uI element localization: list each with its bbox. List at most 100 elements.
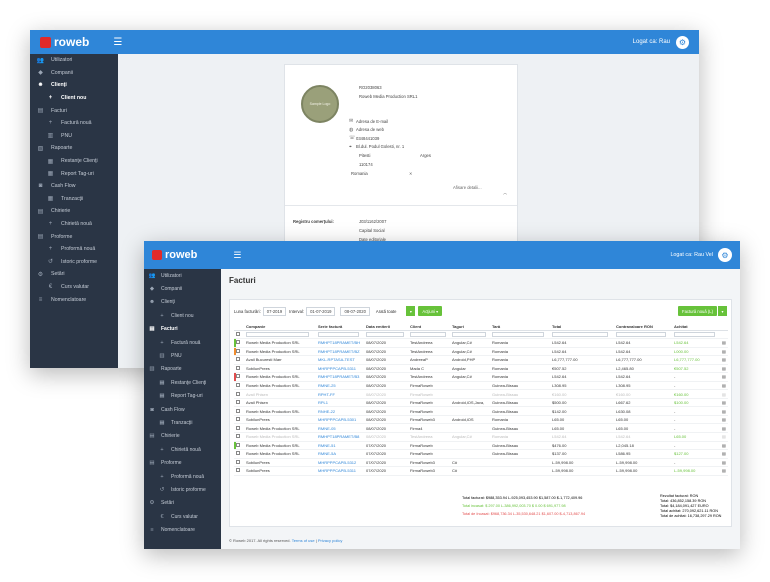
- document-icon[interactable]: ▤: [720, 443, 728, 448]
- row-checkbox[interactable]: [236, 417, 240, 422]
- close-icon[interactable]: ✕: [409, 171, 413, 176]
- interval-from-input[interactable]: 01-07-2019: [306, 306, 336, 316]
- table-row[interactable]: Roweb Media Production SRL RMHPT18PRAMET/…: [234, 373, 728, 382]
- sidebar-item[interactable]: ▥ PNU: [144, 349, 221, 362]
- row-checkbox[interactable]: [236, 468, 240, 473]
- row-checkbox[interactable]: [236, 425, 240, 430]
- document-icon[interactable]: ▤: [720, 383, 728, 388]
- sidebar-item[interactable]: 👥 Utilizatori: [30, 54, 118, 67]
- row-checkbox[interactable]: [236, 434, 240, 439]
- document-icon[interactable]: ▤: [720, 400, 728, 405]
- table-row[interactable]: Avail Phisen RPHT-FF 08/07/2020 FirmaRoweb G…: [234, 390, 728, 399]
- sidebar-item[interactable]: ⚙ Setări: [144, 497, 221, 510]
- actions-button[interactable]: Acţiuni ▾: [418, 306, 443, 316]
- sidebar-item[interactable]: ▦ Restanţe Clienţi: [144, 376, 221, 389]
- sidebar-item[interactable]: ▧ Rapoarte: [30, 142, 118, 155]
- hamburger-icon[interactable]: ☰: [233, 250, 241, 261]
- table-row[interactable]: Roweb Media Production SRL RMNE-05 08/07/2…: [234, 424, 728, 434]
- sidebar-item[interactable]: + Proformǎ nouǎ: [144, 470, 221, 483]
- sidebar-item[interactable]: ▦ Tranzacţii: [144, 416, 221, 429]
- sidebar-item[interactable]: + Chirietǎ nouǎ: [30, 218, 118, 231]
- table-row[interactable]: Roweb Media Production SRL RMNE-51 07/07/2…: [234, 441, 728, 451]
- cell-series[interactable]: RMNE-5A: [316, 451, 364, 456]
- document-icon[interactable]: ▤: [720, 460, 728, 465]
- sidebar-item[interactable]: ▦ Restanţe Clienţi: [30, 155, 118, 168]
- sidebar-item[interactable]: € Curs valutar: [30, 281, 118, 294]
- row-checkbox[interactable]: [236, 400, 240, 405]
- new-invoice-button[interactable]: Facturǎ nouǎ (L): [678, 306, 717, 316]
- hamburger-icon[interactable]: ☰: [113, 37, 122, 48]
- terms-link[interactable]: Terms of use: [292, 538, 315, 543]
- document-icon[interactable]: ▤: [720, 366, 728, 371]
- chevron-down-icon[interactable]: ▾: [718, 306, 727, 316]
- column-filter-input[interactable]: [492, 331, 545, 337]
- column-filter-input[interactable]: [452, 331, 487, 337]
- cell-series[interactable]: MHRPPPCAPB-5312: [316, 460, 364, 465]
- row-checkbox[interactable]: [236, 348, 240, 353]
- document-icon[interactable]: ▤: [720, 374, 728, 379]
- cell-series[interactable]: RNHE-22: [316, 409, 364, 414]
- sidebar-item[interactable]: + Client nou: [30, 92, 118, 105]
- sidebar-item[interactable]: + Facturǎ nouǎ: [144, 336, 221, 349]
- document-icon[interactable]: ▤: [720, 434, 728, 439]
- cell-series[interactable]: RMNE-51: [316, 443, 364, 448]
- sidebar-item[interactable]: ⚙ Setări: [30, 268, 118, 281]
- cell-series[interactable]: RMHPT18PRAMET/B3: [316, 374, 364, 379]
- sidebar-item[interactable]: 👥 Utilizatori: [144, 269, 221, 282]
- row-checkbox[interactable]: [236, 340, 240, 345]
- table-row[interactable]: Roweb Media Production SRL RMHPT18PRAMET/…: [234, 433, 728, 442]
- cell-series[interactable]: MHRPPPCAPB-5301: [316, 417, 364, 422]
- column-filter-input[interactable]: [674, 331, 716, 337]
- sidebar-item[interactable]: ▦ Report Tag-uri: [30, 167, 118, 180]
- chevron-down-icon[interactable]: ▾: [406, 306, 416, 316]
- document-icon[interactable]: ▤: [720, 468, 728, 473]
- row-checkbox[interactable]: [236, 357, 240, 362]
- cell-series[interactable]: MHRPPPCAPB-5311: [316, 366, 364, 371]
- sidebar-item[interactable]: ▤ Chirierie: [144, 430, 221, 443]
- brand-logo[interactable]: roweb: [40, 35, 89, 49]
- document-icon[interactable]: ▤: [720, 417, 728, 422]
- table-row[interactable]: Roweb Media Production SRL RMNE-5A 07/07/2…: [234, 450, 728, 459]
- sidebar-item[interactable]: ◆ Companii: [144, 282, 221, 295]
- document-icon[interactable]: ▤: [720, 409, 728, 414]
- table-row[interactable]: SobilunPrees MHRPPPCAPB-5301 08/07/2020 Fir…: [234, 416, 728, 425]
- sidebar-item[interactable]: ☻ Clienţi: [144, 296, 221, 309]
- column-filter-input[interactable]: [366, 331, 404, 337]
- column-filter-input[interactable]: [410, 331, 446, 337]
- sidebar-item[interactable]: ◙ Cash Flow: [144, 403, 221, 416]
- table-row[interactable]: Roweb Media Production SRL RMHPT18PRAMET/…: [234, 339, 728, 348]
- row-checkbox[interactable]: [236, 451, 240, 456]
- sidebar-item[interactable]: + Chirietǎ nouǎ: [144, 443, 221, 456]
- sidebar-item[interactable]: ☻ Clienţi: [30, 79, 118, 92]
- brand-logo[interactable]: roweb: [152, 249, 197, 261]
- document-icon[interactable]: ▤: [720, 426, 728, 431]
- gear-icon[interactable]: ⚙: [718, 248, 732, 262]
- cell-series[interactable]: RMHPT18PRAMET/B8: [316, 434, 364, 439]
- table-row[interactable]: Avail Bucuresti Marr MKL-RPTASA-TEST 08/07…: [234, 356, 728, 365]
- sidebar-item[interactable]: ◆ Companii: [30, 67, 118, 80]
- table-row[interactable]: SobilunPrees MHRPPPCAPB-5311 08/07/2020 Mad…: [234, 365, 728, 374]
- table-row[interactable]: Roweb Media Production SRL RNHE-22 08/07/2…: [234, 407, 728, 416]
- document-icon[interactable]: ▤: [720, 349, 728, 354]
- table-row[interactable]: Roweb Media Production SRL RMHPT18PRAMET/…: [234, 347, 728, 357]
- sidebar-item[interactable]: ▤ Facturi: [30, 104, 118, 117]
- row-checkbox[interactable]: [236, 442, 240, 447]
- column-filter-input[interactable]: [552, 331, 608, 337]
- row-checkbox[interactable]: [236, 374, 240, 379]
- sidebar-item[interactable]: + Proformǎ nouǎ: [30, 243, 118, 256]
- column-filter-input[interactable]: [246, 331, 309, 337]
- cell-series[interactable]: RPHT-FF: [316, 392, 364, 397]
- interval-to-input[interactable]: 08-07-2020: [340, 306, 370, 316]
- row-checkbox[interactable]: [236, 459, 240, 464]
- document-icon[interactable]: ▤: [720, 392, 728, 397]
- row-checkbox[interactable]: [236, 408, 240, 413]
- document-icon[interactable]: ▤: [720, 340, 728, 345]
- sidebar-item[interactable]: ≡ Nomenclatoare: [144, 523, 221, 536]
- cell-series[interactable]: MHRPPPCAPB-5311: [316, 468, 364, 473]
- sidebar-item[interactable]: ↺ Istoric proforme: [144, 483, 221, 496]
- sidebar-item[interactable]: ▤ Proforme: [144, 456, 221, 469]
- sidebar-item[interactable]: + Client nou: [144, 309, 221, 322]
- sidebar-item[interactable]: ▦ Report Tag-uri: [144, 390, 221, 403]
- row-checkbox[interactable]: [236, 391, 240, 396]
- column-filter-input[interactable]: [318, 331, 360, 337]
